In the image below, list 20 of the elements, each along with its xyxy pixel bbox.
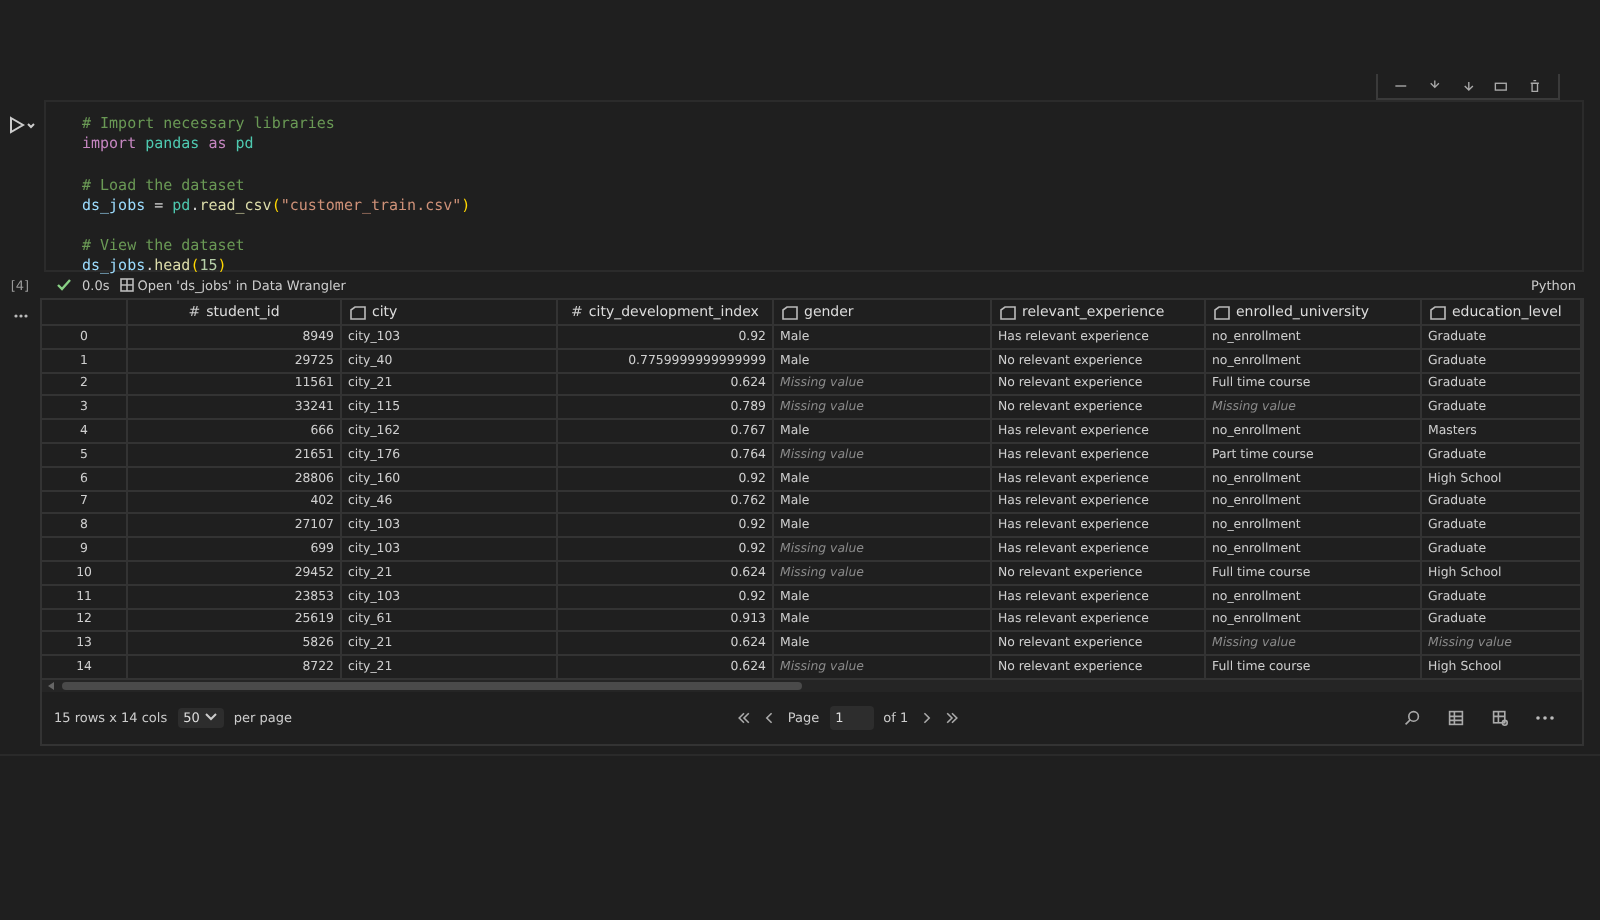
text-type-icon — [1214, 305, 1230, 319]
next-page-icon[interactable] — [918, 709, 935, 726]
delete-icon[interactable] — [1528, 78, 1542, 94]
text-type-icon — [350, 305, 366, 319]
text-type-icon — [1000, 305, 1016, 319]
last-page-icon[interactable] — [944, 709, 961, 726]
grid-icon — [119, 278, 134, 292]
scroll-left-icon[interactable] — [48, 681, 56, 690]
more-icon[interactable] — [1536, 715, 1554, 720]
chevron-down-icon — [203, 712, 218, 723]
check-icon — [56, 278, 72, 292]
table-settings-icon[interactable] — [1492, 709, 1508, 726]
horizontal-scrollbar[interactable] — [42, 677, 1582, 692]
text-type-icon — [782, 305, 798, 319]
text-type-icon — [1430, 305, 1446, 319]
run-icon[interactable] — [8, 116, 36, 134]
first-page-icon[interactable] — [735, 709, 752, 726]
table-icon[interactable] — [1448, 709, 1464, 726]
search-icon[interactable] — [1404, 709, 1420, 726]
previous-page-icon[interactable] — [761, 709, 778, 726]
